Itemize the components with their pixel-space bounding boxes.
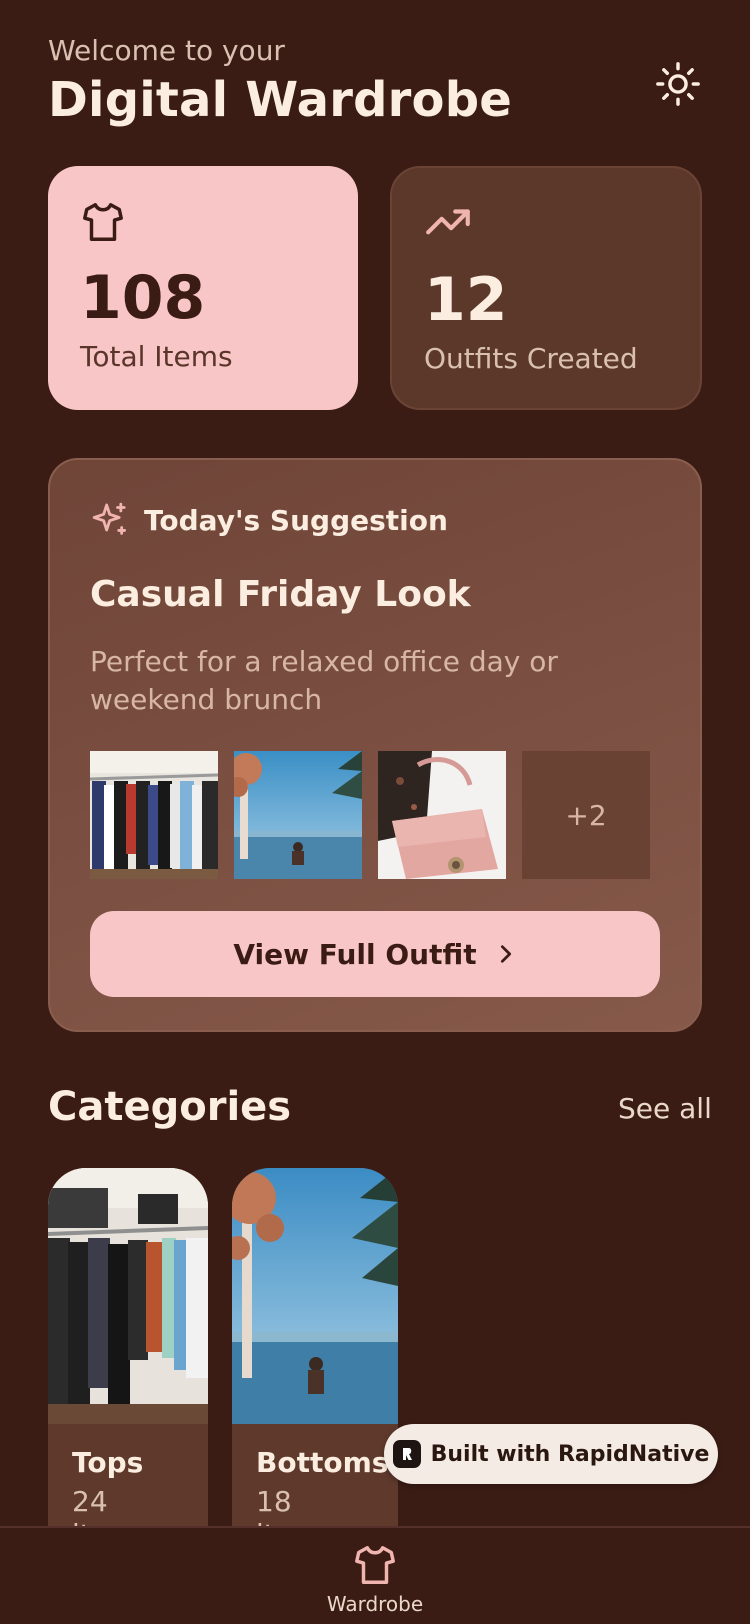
clothing-rack-photo	[90, 751, 218, 879]
category-count: 24 items	[72, 1485, 150, 1528]
outfit-thumbnails: +2	[90, 751, 660, 879]
todays-suggestion-card: Today's Suggestion Casual Friday Look Pe…	[48, 458, 702, 1032]
welcome-text: Welcome to your	[48, 34, 285, 67]
infinity-pool-thumbnail[interactable]	[234, 751, 362, 879]
pink-handbag-thumbnail[interactable]	[378, 751, 506, 879]
chevron-right-icon	[500, 945, 511, 963]
category-name: Bottoms	[256, 1446, 389, 1479]
view-full-outfit-button[interactable]: View Full Outfit	[90, 911, 660, 997]
total-items-value: 108	[80, 263, 206, 333]
view-full-outfit-label: View Full Outfit	[233, 937, 477, 971]
total-items-card[interactable]: 108 Total Items	[48, 166, 358, 410]
app-screen: Welcome to your Digital Wardrobe 108 Tot…	[0, 0, 750, 1624]
bottom-nav: Wardrobe	[0, 1526, 750, 1624]
suggestion-header: Today's Suggestion	[90, 500, 660, 540]
shirt-icon	[83, 203, 123, 241]
trending-up-icon	[426, 209, 470, 235]
outfit-name: Casual Friday Look	[90, 574, 471, 615]
nav-item-wardrobe[interactable]: Wardrobe	[325, 1542, 425, 1624]
outfits-created-value: 12	[424, 265, 508, 335]
category-count: 18 items	[256, 1485, 334, 1528]
clothing-rack-thumbnail[interactable]	[90, 751, 218, 879]
pink-handbag-photo	[378, 751, 506, 879]
suggestion-header-label: Today's Suggestion	[144, 503, 448, 537]
category-card-bottoms[interactable]: Bottoms 18 items	[232, 1168, 398, 1528]
outfit-description: Perfect for a relaxed office day or week…	[90, 645, 558, 716]
categories-title: Categories	[48, 1084, 292, 1130]
theme-toggle-button[interactable]	[650, 56, 706, 112]
sparkles-icon	[92, 502, 127, 535]
infinity-pool-photo	[232, 1168, 398, 1424]
infinity-pool-photo	[234, 751, 362, 879]
see-all-link[interactable]: See all	[618, 1092, 712, 1125]
clothing-rack-photo	[48, 1168, 208, 1424]
page-title: Digital Wardrobe	[48, 72, 513, 128]
more-items-tile[interactable]: +2	[522, 751, 650, 879]
sun-icon	[656, 62, 700, 106]
shirt-icon	[355, 1546, 395, 1584]
rapidnative-logo-icon	[392, 1440, 421, 1468]
outfits-created-label: Outfits Created	[424, 342, 638, 375]
category-card-tops[interactable]: Tops 24 items	[48, 1168, 208, 1528]
nav-label-wardrobe: Wardrobe	[326, 1592, 424, 1616]
built-with-label: Built with RapidNative	[430, 1441, 710, 1467]
total-items-label: Total Items	[80, 340, 233, 373]
category-name: Tops	[72, 1446, 144, 1479]
built-with-badge[interactable]: Built with RapidNative	[384, 1424, 718, 1484]
outfits-created-card[interactable]: 12 Outfits Created	[390, 166, 702, 410]
